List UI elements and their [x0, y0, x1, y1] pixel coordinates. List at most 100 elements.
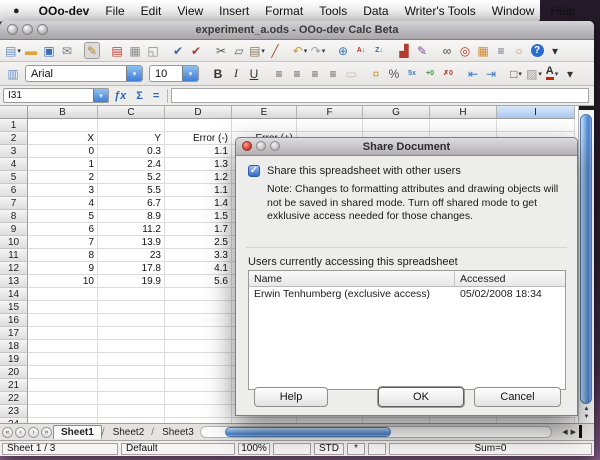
selection-mode-indicator[interactable]: STD [314, 443, 344, 455]
ok-button[interactable]: OK [378, 387, 464, 407]
spellcheck-button[interactable]: ✔ [170, 42, 186, 59]
menu-insert[interactable]: Insert [211, 4, 257, 18]
cell-B7[interactable]: 4 [28, 197, 98, 210]
decrease-indent-button[interactable]: ⇤ [465, 65, 481, 82]
cell-D22[interactable] [165, 392, 232, 405]
dialog-close-button[interactable] [242, 141, 252, 151]
insert-chart-button[interactable]: ▟ [396, 42, 412, 59]
row-header-2[interactable]: 2 [0, 132, 28, 145]
cell-D15[interactable] [165, 301, 232, 314]
bold-button[interactable]: B [210, 65, 226, 82]
cell-C22[interactable] [98, 392, 165, 405]
cell-B1[interactable] [28, 119, 98, 132]
menu-ooo-dev[interactable]: OOo-dev [31, 4, 98, 18]
cell-B12[interactable]: 9 [28, 262, 98, 275]
help-button[interactable]: Help [254, 387, 328, 407]
row-header-18[interactable]: 18 [0, 340, 28, 353]
row-header-21[interactable]: 21 [0, 379, 28, 392]
number-format-standard-button[interactable]: 5x [404, 65, 420, 82]
row-header-4[interactable]: 4 [0, 158, 28, 171]
borders-button[interactable]: □▾ [508, 65, 524, 82]
row-header-3[interactable]: 3 [0, 145, 28, 158]
scroll-left-icon[interactable]: ◀ [562, 428, 567, 436]
cell-C6[interactable]: 5.5 [98, 184, 165, 197]
cell-B20[interactable] [28, 366, 98, 379]
window-titlebar[interactable]: experiment_a.ods - OOo-dev Calc Beta [0, 21, 594, 40]
copy-button[interactable]: ▱ [231, 42, 247, 59]
users-list[interactable]: Name Accessed Erwin Tenhumberg (exclusiv… [248, 270, 566, 390]
row-header-5[interactable]: 5 [0, 171, 28, 184]
horizontal-split-handle[interactable] [579, 425, 582, 438]
column-header-H[interactable]: H [430, 106, 497, 119]
cell-C19[interactable] [98, 353, 165, 366]
number-format-percent-button[interactable]: % [386, 65, 402, 82]
cell-D8[interactable]: 1.5 [165, 210, 232, 223]
cell-B6[interactable]: 3 [28, 184, 98, 197]
save-button[interactable]: ▣ [41, 42, 57, 59]
cell-H1[interactable] [430, 119, 497, 132]
cell-B8[interactable]: 5 [28, 210, 98, 223]
sum-button[interactable]: Σ [131, 90, 148, 102]
navigator-button[interactable]: ◎ [457, 42, 473, 59]
cell-D13[interactable]: 5.6 [165, 275, 232, 288]
cell-D3[interactable]: 1.1 [165, 145, 232, 158]
menu-help[interactable]: Help [542, 4, 583, 18]
column-header-I[interactable]: I [497, 106, 575, 119]
cell-C20[interactable] [98, 366, 165, 379]
cell-B15[interactable] [28, 301, 98, 314]
row-header-17[interactable]: 17 [0, 327, 28, 340]
zoom-level[interactable]: 100% [238, 443, 270, 455]
menu-edit[interactable]: Edit [133, 4, 170, 18]
send-email-button[interactable]: ✉ [59, 42, 75, 59]
cell-D21[interactable] [165, 379, 232, 392]
page-preview-button[interactable]: ◱ [145, 42, 161, 59]
cell-D19[interactable] [165, 353, 232, 366]
increase-indent-button[interactable]: ⇥ [483, 65, 499, 82]
tab-first-button[interactable]: « [2, 427, 13, 438]
menu-window[interactable]: Window [484, 4, 543, 18]
new-document-button[interactable]: ▤▾ [5, 42, 21, 59]
cell-I1[interactable] [497, 119, 575, 132]
align-left-button[interactable]: ≡ [271, 65, 287, 82]
menu-tools[interactable]: Tools [311, 4, 355, 18]
chevron-down-icon[interactable]: ▾ [182, 66, 198, 81]
users-column-accessed[interactable]: Accessed [455, 271, 565, 286]
cell-C15[interactable] [98, 301, 165, 314]
menu-data[interactable]: Data [355, 4, 396, 18]
cell-C7[interactable]: 6.7 [98, 197, 165, 210]
row-header-14[interactable]: 14 [0, 288, 28, 301]
cell-C4[interactable]: 2.4 [98, 158, 165, 171]
sheet-tab-sheet2[interactable]: Sheet2 [106, 426, 152, 439]
cell-C17[interactable] [98, 327, 165, 340]
tab-last-button[interactable]: » [41, 427, 52, 438]
column-header-E[interactable]: E [232, 106, 297, 119]
row-header-16[interactable]: 16 [0, 314, 28, 327]
cell-C11[interactable]: 23 [98, 249, 165, 262]
underline-button[interactable]: U [246, 65, 262, 82]
cell-D16[interactable] [165, 314, 232, 327]
insert-mode-indicator[interactable] [273, 443, 311, 455]
cell-B3[interactable]: 0 [28, 145, 98, 158]
cell-C23[interactable] [98, 405, 165, 418]
font-size-combo[interactable]: 10▾ [149, 65, 199, 82]
scroll-right-icon[interactable]: ▶ [571, 428, 576, 436]
window-zoom-button[interactable] [37, 24, 48, 35]
cancel-button[interactable]: Cancel [474, 387, 561, 407]
tab-previous-button[interactable]: ‹ [15, 427, 26, 438]
format-paintbrush-button[interactable]: ╱ [267, 42, 283, 59]
cell-D11[interactable]: 3.3 [165, 249, 232, 262]
row-header-15[interactable]: 15 [0, 301, 28, 314]
row-header-6[interactable]: 6 [0, 184, 28, 197]
italic-button[interactable]: I [228, 65, 244, 82]
cell-D5[interactable]: 1.2 [165, 171, 232, 184]
column-header-C[interactable]: C [98, 106, 165, 119]
cell-B2[interactable]: X [28, 132, 98, 145]
data-sources-button[interactable]: ≡ [493, 42, 509, 59]
cell-D20[interactable] [165, 366, 232, 379]
modified-flag[interactable]: * [347, 443, 365, 455]
row-header-7[interactable]: 7 [0, 197, 28, 210]
cell-B23[interactable] [28, 405, 98, 418]
autospellcheck-button[interactable]: ✔ [188, 42, 204, 59]
row-header-11[interactable]: 11 [0, 249, 28, 262]
vertical-scrollbar-thumb[interactable] [580, 114, 592, 404]
